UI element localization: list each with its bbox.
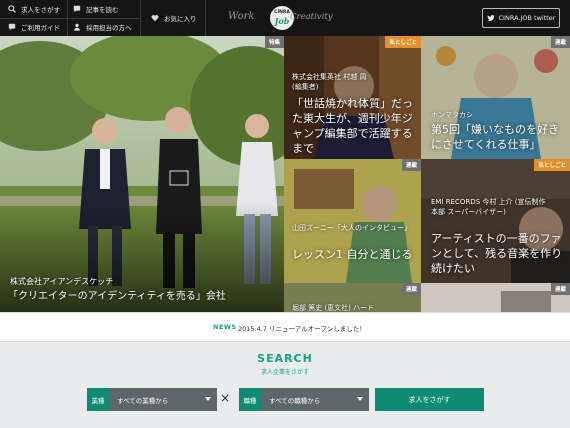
chevron-down-icon <box>205 397 211 401</box>
article-subtitle: ホンマタカシ <box>431 111 473 119</box>
nav-divider-horizontal <box>0 18 140 19</box>
nav-for-recruiters-label: 採用担当の方へ <box>86 24 132 32</box>
article-photo <box>421 283 570 312</box>
article-subtitle: 山田ズーニー「大人のインタビュー」 <box>292 224 411 232</box>
job-type-value: すべての職種から <box>269 396 321 405</box>
article-tile[interactable]: 私としごと 株式会社集英社 村越 周 (編集者) 「世話焼かれ体質」だった東大生… <box>284 36 421 159</box>
article-tile[interactable]: 連載 山田ズーニー「大人のインタビュー」 レッスン1 自分と通じる <box>284 159 421 283</box>
article-tag: 私としごと <box>385 36 421 48</box>
job-type-label: 職種 <box>239 388 261 411</box>
chat-bubble-icon <box>8 23 16 31</box>
nav-divider-vertical <box>67 0 68 36</box>
nav-find-jobs[interactable]: 求人をさがす <box>8 0 60 18</box>
hero-photo <box>0 36 284 312</box>
news-label: NEWS <box>213 323 237 331</box>
site-header: 求人をさがす 記事を読む お気に入り ご利用ガイド 採用担当の方へ Work C… <box>0 0 570 36</box>
nav-read-articles-label: 記事を読む <box>86 6 119 14</box>
nav-find-jobs-label: 求人をさがす <box>21 6 60 14</box>
job-type-select[interactable]: 職種 すべての職種から <box>239 388 369 411</box>
nav-user-guide[interactable]: ご利用ガイド <box>8 18 60 36</box>
magnifier-icon <box>8 5 16 13</box>
twitter-button[interactable]: CINRA.JOB twitter <box>482 8 560 28</box>
chevron-down-icon <box>357 397 363 401</box>
article-tile[interactable]: 連載 <box>421 283 570 312</box>
hero-feature[interactable]: 特集 株式会社アイアンデスケッチ 「クリエイターのアイデンティティを売る」会社 <box>0 36 284 312</box>
industry-select[interactable]: 業種 すべての業種から <box>87 388 217 411</box>
site-logo[interactable]: Work CINRA Job Creativity <box>228 4 338 32</box>
industry-value: すべての業種から <box>117 396 169 405</box>
search-subtitle: 求人企業をさがす <box>260 369 309 376</box>
article-title: アーティストの一番のファンとして、残る音楽を作り続けたい <box>431 232 563 275</box>
article-title: レッスン1 自分と通じる <box>292 248 413 261</box>
search-title: SEARCH <box>257 352 313 365</box>
article-tile[interactable]: 連載 堀部 篤史 (恵文社) ハード <box>284 283 421 312</box>
article-tag: 私としごと <box>534 159 570 171</box>
search-jobs-button[interactable]: 求人をさがす <box>375 388 484 411</box>
nav-read-articles[interactable]: 記事を読む <box>73 0 119 18</box>
logo-left-word: Work <box>228 11 255 22</box>
heart-icon <box>151 15 159 22</box>
nav-divider-vertical <box>205 0 206 36</box>
twitter-button-label: CINRA.JOB twitter <box>498 14 556 22</box>
news-bar: NEWS 2015.4.7 リニューアルオープンしました！ <box>0 312 570 342</box>
speech-bubble-icon <box>73 5 81 13</box>
article-tag: 連載 <box>401 159 421 171</box>
nav-for-recruiters[interactable]: 採用担当の方へ <box>73 18 132 36</box>
nav-divider-vertical <box>140 0 141 36</box>
twitter-bird-icon <box>486 15 495 22</box>
person-icon <box>74 23 80 31</box>
search-section: SEARCH 求人企業をさがす 業種 すべての業種から × 職種 すべての職種か… <box>0 342 570 428</box>
industry-label: 業種 <box>87 388 109 411</box>
job-type-value-box: すべての職種から <box>261 388 369 411</box>
article-subtitle: 堀部 篤史 (恵文社) ハード <box>292 304 375 312</box>
times-symbol: × <box>220 391 231 405</box>
article-tile[interactable]: 私としごと EMI RECORDS 今村 上介 (宣伝制作本部 スーパーバイザー… <box>421 159 570 283</box>
news-link[interactable]: 2015.4.7 リニューアルオープンしました！ <box>238 323 366 333</box>
nav-favorites[interactable]: お気に入り <box>151 9 197 27</box>
hero-subtitle: 株式会社アイアンデスケッチ <box>10 277 114 286</box>
article-tag: 連載 <box>550 36 570 48</box>
hero-tag: 特集 <box>264 36 284 48</box>
article-illustration <box>284 159 421 283</box>
hero-title: 「クリエイターのアイデンティティを売る」会社 <box>8 291 226 302</box>
article-subtitle: EMI RECORDS 今村 上介 (宣伝制作本部 スーパーバイザー) <box>431 198 546 216</box>
article-subtitle: 株式会社集英社 村越 周 (編集者) <box>292 73 367 91</box>
article-title: 第5回「嫌いなものを好きにさせてくれる仕事」 <box>431 123 559 151</box>
nav-favorites-label: お気に入り <box>164 15 197 23</box>
article-tag: 連載 <box>401 283 421 295</box>
industry-value-box: すべての業種から <box>109 388 217 411</box>
article-tag: 連載 <box>550 283 570 295</box>
nav-user-guide-label: ご利用ガイド <box>21 24 60 32</box>
logo-right-word: Creativity <box>290 12 333 22</box>
article-tile[interactable]: 連載 ホンマタカシ 第5回「嫌いなものを好きにさせてくれる仕事」 <box>421 36 570 159</box>
article-title: 「世話焼かれ体質」だった東大生が、週刊少年ジャンプ編集部で活躍するまで <box>292 97 413 155</box>
